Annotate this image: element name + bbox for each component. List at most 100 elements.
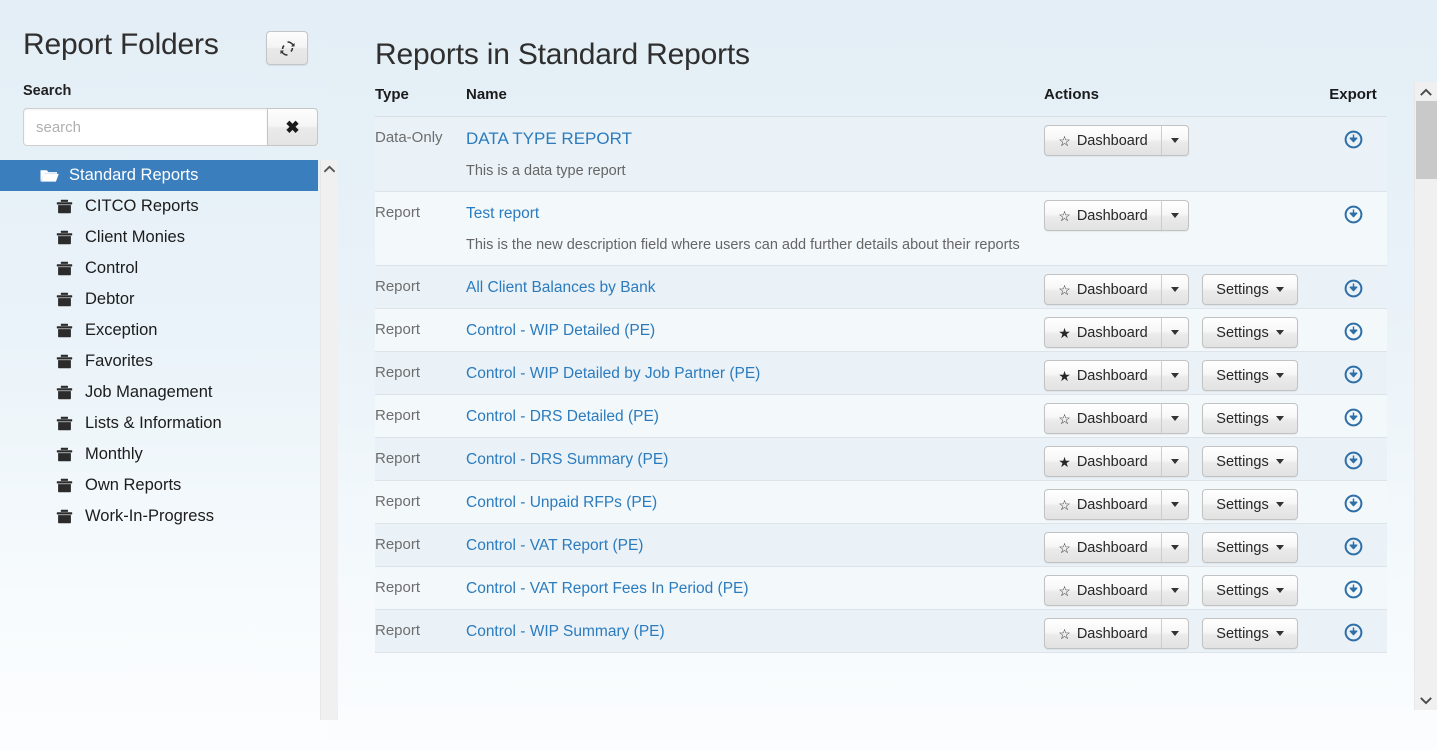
dashboard-split-button: ★Dashboard xyxy=(1044,317,1189,348)
download-circle-icon[interactable] xyxy=(1344,537,1363,556)
report-name-link[interactable]: Test report xyxy=(466,205,539,223)
search-row: ✖ xyxy=(23,108,318,146)
download-circle-icon[interactable] xyxy=(1344,623,1363,642)
download-circle-icon[interactable] xyxy=(1344,580,1363,599)
dashboard-split-button: ☆Dashboard xyxy=(1044,125,1189,156)
settings-button[interactable]: Settings xyxy=(1202,360,1298,391)
scrollbar-thumb[interactable] xyxy=(1416,101,1437,179)
folder-item-client-monies[interactable]: Client Monies xyxy=(0,222,320,253)
dashboard-button[interactable]: ☆Dashboard xyxy=(1044,274,1162,305)
folder-item-favorites[interactable]: Favorites xyxy=(0,346,320,377)
folder-item-label: Monthly xyxy=(85,446,143,463)
dashboard-button[interactable]: ★Dashboard xyxy=(1044,317,1162,348)
scroll-up-arrow-main[interactable] xyxy=(1415,82,1437,101)
dashboard-button-label: Dashboard xyxy=(1077,368,1148,384)
settings-button[interactable]: Settings xyxy=(1202,532,1298,563)
download-circle-icon[interactable] xyxy=(1344,322,1363,341)
dashboard-dropdown-toggle[interactable] xyxy=(1161,489,1189,520)
dashboard-dropdown-toggle[interactable] xyxy=(1161,532,1189,563)
download-circle-icon[interactable] xyxy=(1344,279,1363,298)
dashboard-button[interactable]: ☆Dashboard xyxy=(1044,575,1162,606)
report-name-link[interactable]: DATA TYPE REPORT xyxy=(466,130,632,148)
reports-table-body: Data-OnlyDATA TYPE REPORTThis is a data … xyxy=(375,117,1387,653)
folder-item-citco-reports[interactable]: CITCO Reports xyxy=(0,191,320,222)
folder-item-control[interactable]: Control xyxy=(0,253,320,284)
action-button-group: ★Dashboard Settings xyxy=(1044,317,1319,348)
dashboard-dropdown-toggle[interactable] xyxy=(1161,618,1189,649)
folder-item-own-reports[interactable]: Own Reports xyxy=(0,470,320,501)
report-name-link[interactable]: Control - VAT Report Fees In Period (PE) xyxy=(466,580,749,598)
folder-icon xyxy=(56,292,75,308)
dashboard-button[interactable]: ☆Dashboard xyxy=(1044,125,1162,156)
folder-item-standard-reports[interactable]: Standard Reports xyxy=(0,160,318,191)
star-outline-icon: ☆ xyxy=(1058,283,1071,297)
settings-button[interactable]: Settings xyxy=(1202,317,1298,348)
folder-icon xyxy=(56,385,75,401)
folder-item-label: Control xyxy=(85,260,138,277)
dashboard-dropdown-toggle[interactable] xyxy=(1161,200,1189,231)
action-button-group: ☆Dashboard Settings xyxy=(1044,532,1319,563)
dashboard-button[interactable]: ★Dashboard xyxy=(1044,360,1162,391)
settings-button[interactable]: Settings xyxy=(1202,274,1298,305)
folder-item-debtor[interactable]: Debtor xyxy=(0,284,320,315)
report-actions-cell: ★Dashboard Settings xyxy=(1044,352,1319,395)
dashboard-button[interactable]: ☆Dashboard xyxy=(1044,618,1162,649)
column-header-name[interactable]: Name xyxy=(466,86,1044,117)
column-header-actions[interactable]: Actions xyxy=(1044,86,1319,117)
report-name-link[interactable]: Control - WIP Detailed by Job Partner (P… xyxy=(466,365,760,383)
dashboard-dropdown-toggle[interactable] xyxy=(1161,317,1189,348)
dashboard-button[interactable]: ★Dashboard xyxy=(1044,446,1162,477)
report-name-cell: Control - WIP Detailed by Job Partner (P… xyxy=(466,352,1044,395)
folder-item-lists-information[interactable]: Lists & Information xyxy=(0,408,320,439)
download-circle-icon[interactable] xyxy=(1344,365,1363,384)
dashboard-dropdown-toggle[interactable] xyxy=(1161,446,1189,477)
download-circle-icon[interactable] xyxy=(1344,494,1363,513)
reports-scrollbar[interactable] xyxy=(1414,82,1437,710)
column-header-export[interactable]: Export xyxy=(1319,86,1387,117)
download-circle-icon[interactable] xyxy=(1344,451,1363,470)
reports-table-head: Type Name Actions Export xyxy=(375,86,1387,117)
folder-item-monthly[interactable]: Monthly xyxy=(0,439,320,470)
folder-item-label: Work-In-Progress xyxy=(85,508,214,525)
download-circle-icon[interactable] xyxy=(1344,130,1363,149)
report-name-link[interactable]: Control - Unpaid RFPs (PE) xyxy=(466,494,657,512)
dashboard-dropdown-toggle[interactable] xyxy=(1161,403,1189,434)
report-name-link[interactable]: Control - DRS Detailed (PE) xyxy=(466,408,659,426)
dashboard-dropdown-toggle[interactable] xyxy=(1161,360,1189,391)
report-name-link[interactable]: All Client Balances by Bank xyxy=(466,279,656,297)
folder-item-label: Own Reports xyxy=(85,477,181,494)
folder-item-work-in-progress[interactable]: Work-In-Progress xyxy=(0,501,320,532)
download-circle-icon[interactable] xyxy=(1344,205,1363,224)
report-name-cell: Control - WIP Summary (PE) xyxy=(466,610,1044,653)
dashboard-button[interactable]: ☆Dashboard xyxy=(1044,403,1162,434)
dashboard-split-button: ☆Dashboard xyxy=(1044,532,1189,563)
settings-button[interactable]: Settings xyxy=(1202,489,1298,520)
dashboard-dropdown-toggle[interactable] xyxy=(1161,575,1189,606)
refresh-button[interactable] xyxy=(266,31,308,65)
folder-item-label: Client Monies xyxy=(85,229,185,246)
star-outline-icon: ☆ xyxy=(1058,498,1071,512)
scroll-down-arrow-main[interactable] xyxy=(1415,691,1437,710)
settings-button[interactable]: Settings xyxy=(1202,446,1298,477)
search-input[interactable] xyxy=(23,108,267,146)
settings-button[interactable]: Settings xyxy=(1202,575,1298,606)
column-header-type[interactable]: Type xyxy=(375,86,466,117)
settings-button[interactable]: Settings xyxy=(1202,403,1298,434)
report-name-link[interactable]: Control - WIP Detailed (PE) xyxy=(466,322,655,340)
folder-item-exception[interactable]: Exception xyxy=(0,315,320,346)
report-name-link[interactable]: Control - VAT Report (PE) xyxy=(466,537,643,555)
clear-search-button[interactable]: ✖ xyxy=(267,108,318,146)
dashboard-button[interactable]: ☆Dashboard xyxy=(1044,200,1162,231)
settings-button[interactable]: Settings xyxy=(1202,618,1298,649)
report-name-link[interactable]: Control - DRS Summary (PE) xyxy=(466,451,668,469)
report-name-link[interactable]: Control - WIP Summary (PE) xyxy=(466,623,665,641)
download-circle-icon[interactable] xyxy=(1344,408,1363,427)
report-actions-cell: ★Dashboard Settings xyxy=(1044,438,1319,481)
dashboard-dropdown-toggle[interactable] xyxy=(1161,125,1189,156)
dashboard-button[interactable]: ☆Dashboard xyxy=(1044,489,1162,520)
dashboard-button[interactable]: ☆Dashboard xyxy=(1044,532,1162,563)
dashboard-dropdown-toggle[interactable] xyxy=(1161,274,1189,305)
settings-button-label: Settings xyxy=(1216,454,1268,470)
folder-item-job-management[interactable]: Job Management xyxy=(0,377,320,408)
folder-item-label: CITCO Reports xyxy=(85,198,199,215)
